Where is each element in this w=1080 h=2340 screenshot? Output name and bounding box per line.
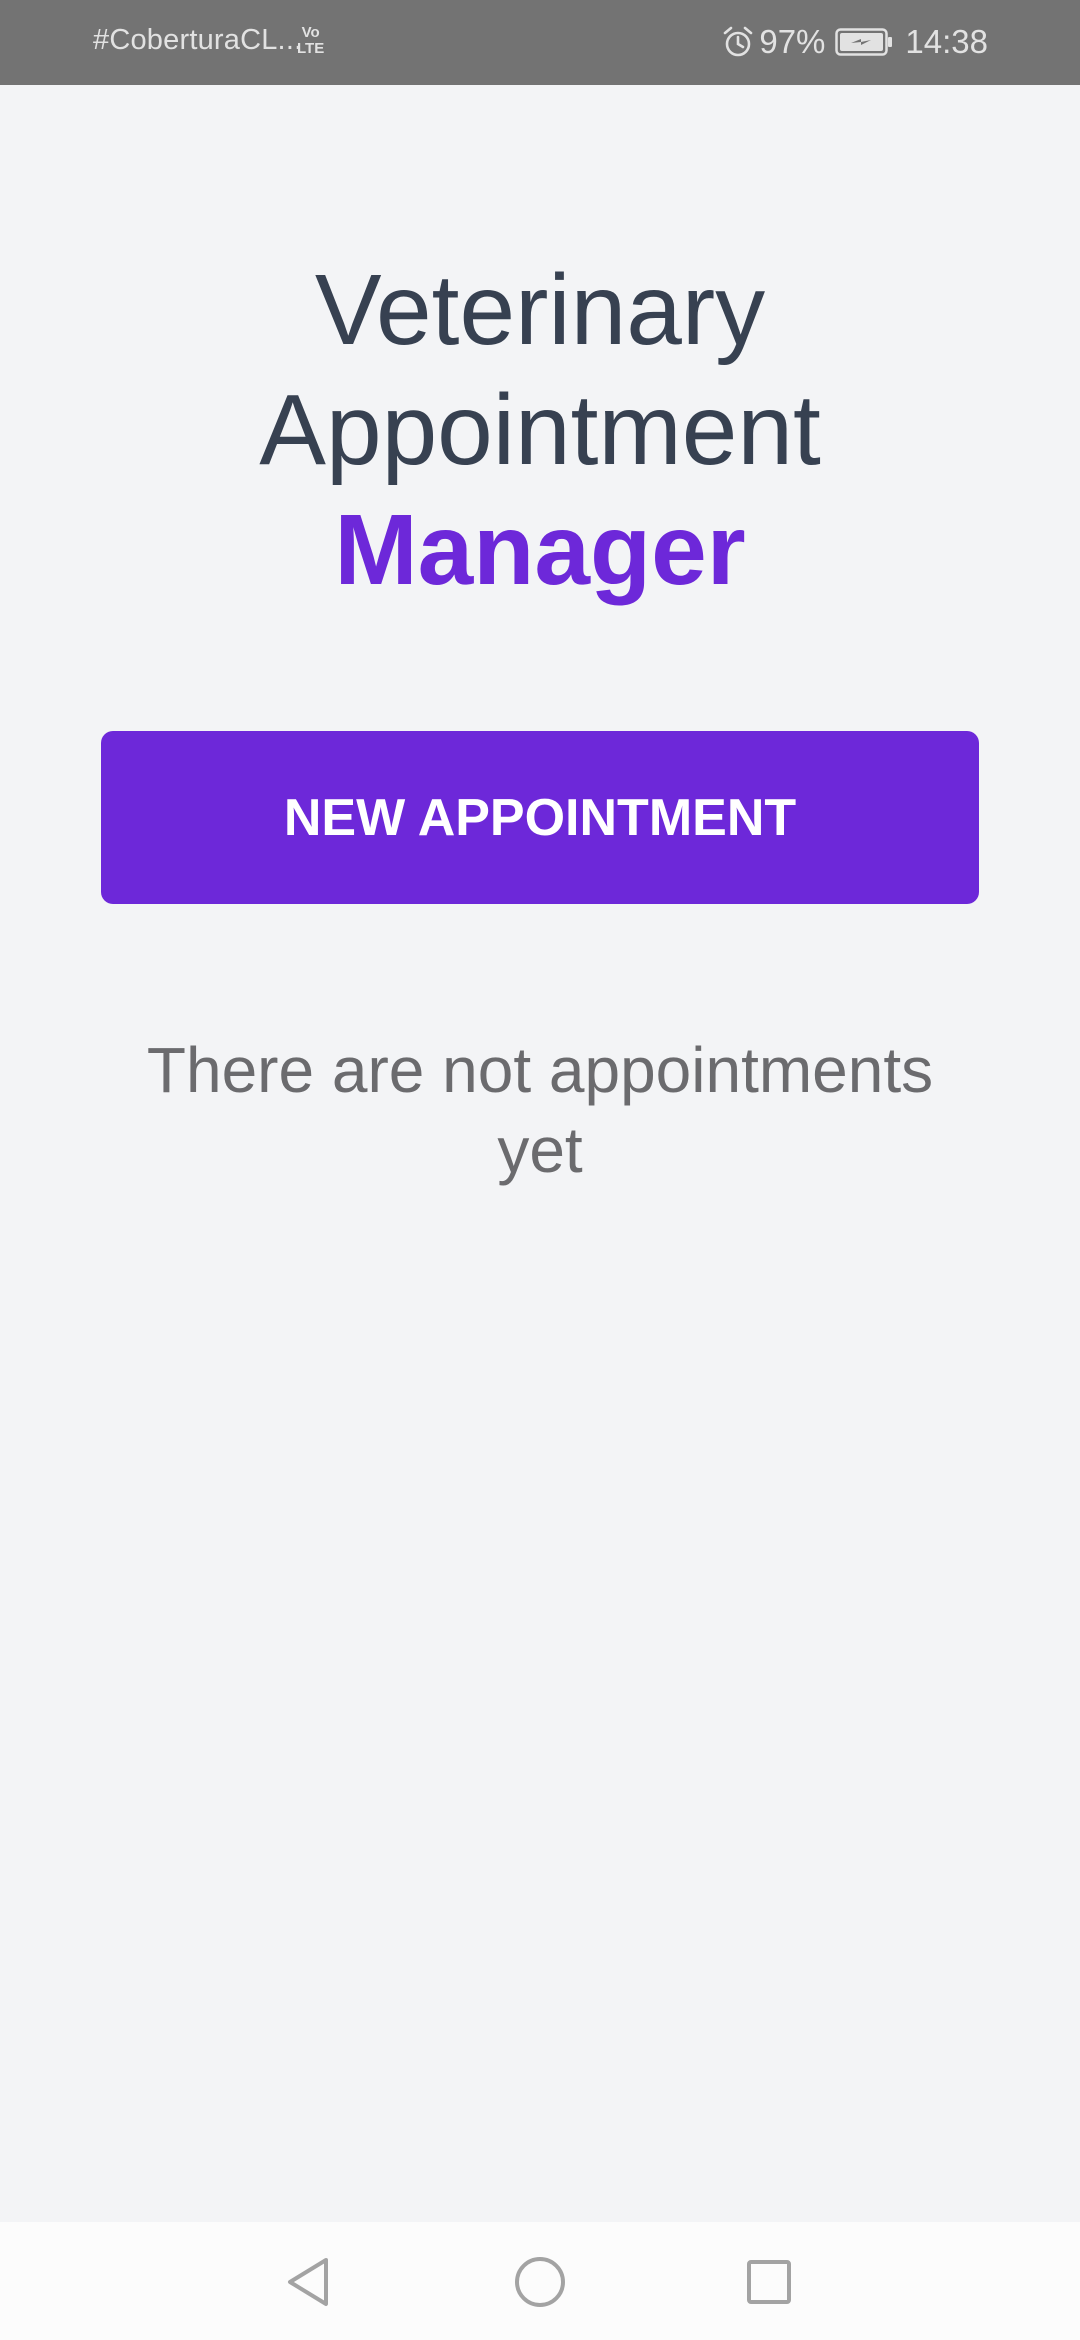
status-indicators: 97% 14:38 <box>721 20 988 64</box>
clock: 14:38 <box>905 23 988 60</box>
volte-indicator: Vo LTE <box>297 25 324 57</box>
navigation-bar <box>0 2222 1080 2340</box>
title-line-veterinary: Veterinary <box>314 254 766 366</box>
back-button[interactable] <box>272 2246 344 2318</box>
title-line-appointment: Appointment <box>259 374 821 486</box>
volte-bottom: LTE <box>297 40 325 57</box>
status-bar: #CoberturaCL... Vo LTE 97% 14:38 <box>0 0 1080 85</box>
carrier-name: #CoberturaCL... <box>93 24 303 56</box>
recents-button[interactable] <box>733 2246 805 2318</box>
home-icon <box>515 2257 565 2307</box>
recents-icon <box>747 2260 791 2304</box>
page-title: Veterinary Appointment Manager <box>0 250 1080 610</box>
back-icon <box>288 2258 328 2306</box>
new-appointment-button[interactable]: NEW APPOINTMENT <box>101 731 979 904</box>
battery-percentage: 97% <box>759 23 826 60</box>
home-button[interactable] <box>504 2246 576 2318</box>
alarm-icon <box>724 26 753 57</box>
title-accent-manager: Manager <box>334 494 746 606</box>
battery-charging-icon <box>835 28 893 56</box>
volte-top: Vo <box>301 24 320 41</box>
empty-state-message: There are not appointments yet <box>146 1034 934 1186</box>
